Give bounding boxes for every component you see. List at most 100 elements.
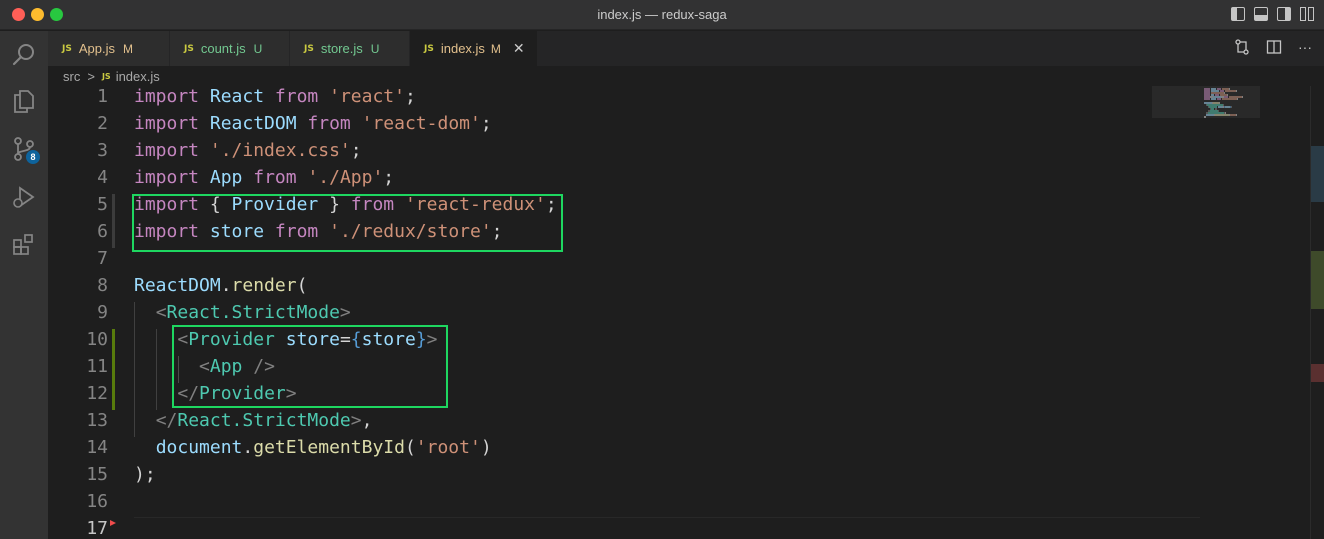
title-bar: index.js — redux-saga [0,0,1324,30]
code-line[interactable]: <React.StrictMode> [134,302,351,323]
tab-count-js[interactable]: JS count.js U [170,31,290,66]
code-token: 'react-dom' [361,113,481,134]
code-token: </ [155,410,178,431]
more-actions-icon[interactable]: ··· [1298,39,1312,55]
line-number: 11 [86,356,108,377]
overview-mark [1311,146,1324,202]
code-token: > [350,410,362,431]
customize-layout-icon[interactable] [1300,7,1314,21]
js-file-icon: JS [304,43,314,54]
code-token: ReactDOM [134,275,221,296]
code-token: React.StrictMode [166,302,340,323]
js-file-icon: JS [424,43,434,54]
code-token: < [155,302,167,323]
overview-mark [1311,364,1324,382]
tab-status: M [490,41,501,56]
line-number: 17 [86,518,108,539]
js-file-icon: JS [101,71,111,81]
search-icon [12,44,34,66]
indent-guide [134,302,135,437]
toggle-primary-sidebar-icon[interactable] [1231,7,1245,21]
line-number: 3 [97,140,108,161]
line-number: 16 [86,491,108,512]
code-token: ; [350,140,362,161]
split-editor-icon[interactable] [1266,39,1282,55]
activity-extensions[interactable] [0,221,48,269]
code-token: from [253,167,297,188]
code-token: from [274,86,319,107]
minimap-slider[interactable] [1152,86,1260,118]
code-line[interactable]: ); [134,464,156,485]
activity-search[interactable] [0,31,48,79]
indent-guide [156,329,157,410]
breakpoint-hint-icon [110,513,116,526]
code-line[interactable]: import React from 'react'; [134,86,416,107]
breadcrumb-folder[interactable]: src [63,69,80,84]
code-editor[interactable]: 1 2 3 4 5 6 7 8 9 10 11 12 13 14 15 16 17 import React f… [48,86,1324,539]
source-control-badge: 8 [26,150,40,164]
open-changes-icon[interactable] [1234,39,1250,55]
line-number: 1 [97,86,108,107]
code-line[interactable]: document.getElementById('root') [134,437,492,458]
line-number: 8 [97,275,108,296]
code-token: ; [480,113,492,134]
code-token: 'root' [415,437,481,458]
highlight-box-provider [172,325,448,408]
line-number: 15 [86,464,108,485]
activity-bar: 8 [0,31,48,539]
breadcrumb-chevron-icon: > [87,68,95,84]
tab-store-js[interactable]: JS store.js U [290,31,410,66]
code-token: import [134,140,200,161]
code-token: . [242,437,254,458]
overview-mark [1311,251,1324,309]
highlight-box-imports [132,194,563,252]
code-token: document [155,437,243,458]
code-line[interactable]: import ReactDOM from 'react-dom'; [134,113,492,134]
activity-explorer[interactable] [0,77,48,125]
activity-source-control[interactable]: 8 [0,125,48,173]
gutter-marker [112,194,115,248]
code-token: , [361,410,373,431]
code-token: from [307,113,351,134]
gutter-modified-marker [112,329,115,410]
line-number: 6 [97,221,108,242]
code-token: ; [383,167,395,188]
toggle-secondary-sidebar-icon[interactable] [1277,7,1291,21]
code-token: ; [404,86,416,107]
tab-status: M [122,41,133,56]
debug-icon [13,186,35,208]
code-line[interactable]: </React.StrictMode>, [134,410,373,431]
code-token: ) [480,437,492,458]
tab-app-js[interactable]: JS App.js M [48,31,170,66]
code-token: > [339,302,351,323]
code-token: import [134,113,200,134]
breadcrumb: src > JS index.js [48,66,1324,86]
code-line[interactable]: import App from './App'; [134,167,394,188]
toggle-panel-icon[interactable] [1254,7,1268,21]
code-token: App [209,167,243,188]
activity-run-debug[interactable] [0,173,48,221]
overview-ruler-scrollbar[interactable] [1310,86,1324,539]
line-number: 7 [97,248,108,269]
code-token: ( [404,437,416,458]
code-token: ( [296,275,308,296]
breadcrumb-file[interactable]: index.js [116,69,160,84]
code-line[interactable]: import './index.css'; [134,140,362,161]
tab-index-js[interactable]: JS index.js M ✕ [410,31,538,66]
tab-status: U [370,41,380,56]
code-line[interactable]: ReactDOM.render( [134,275,307,296]
code-token: import [134,167,200,188]
line-number: 12 [86,383,108,404]
code-token: import [134,86,200,107]
close-tab-icon[interactable]: ✕ [513,40,525,57]
js-file-icon: JS [62,43,72,54]
